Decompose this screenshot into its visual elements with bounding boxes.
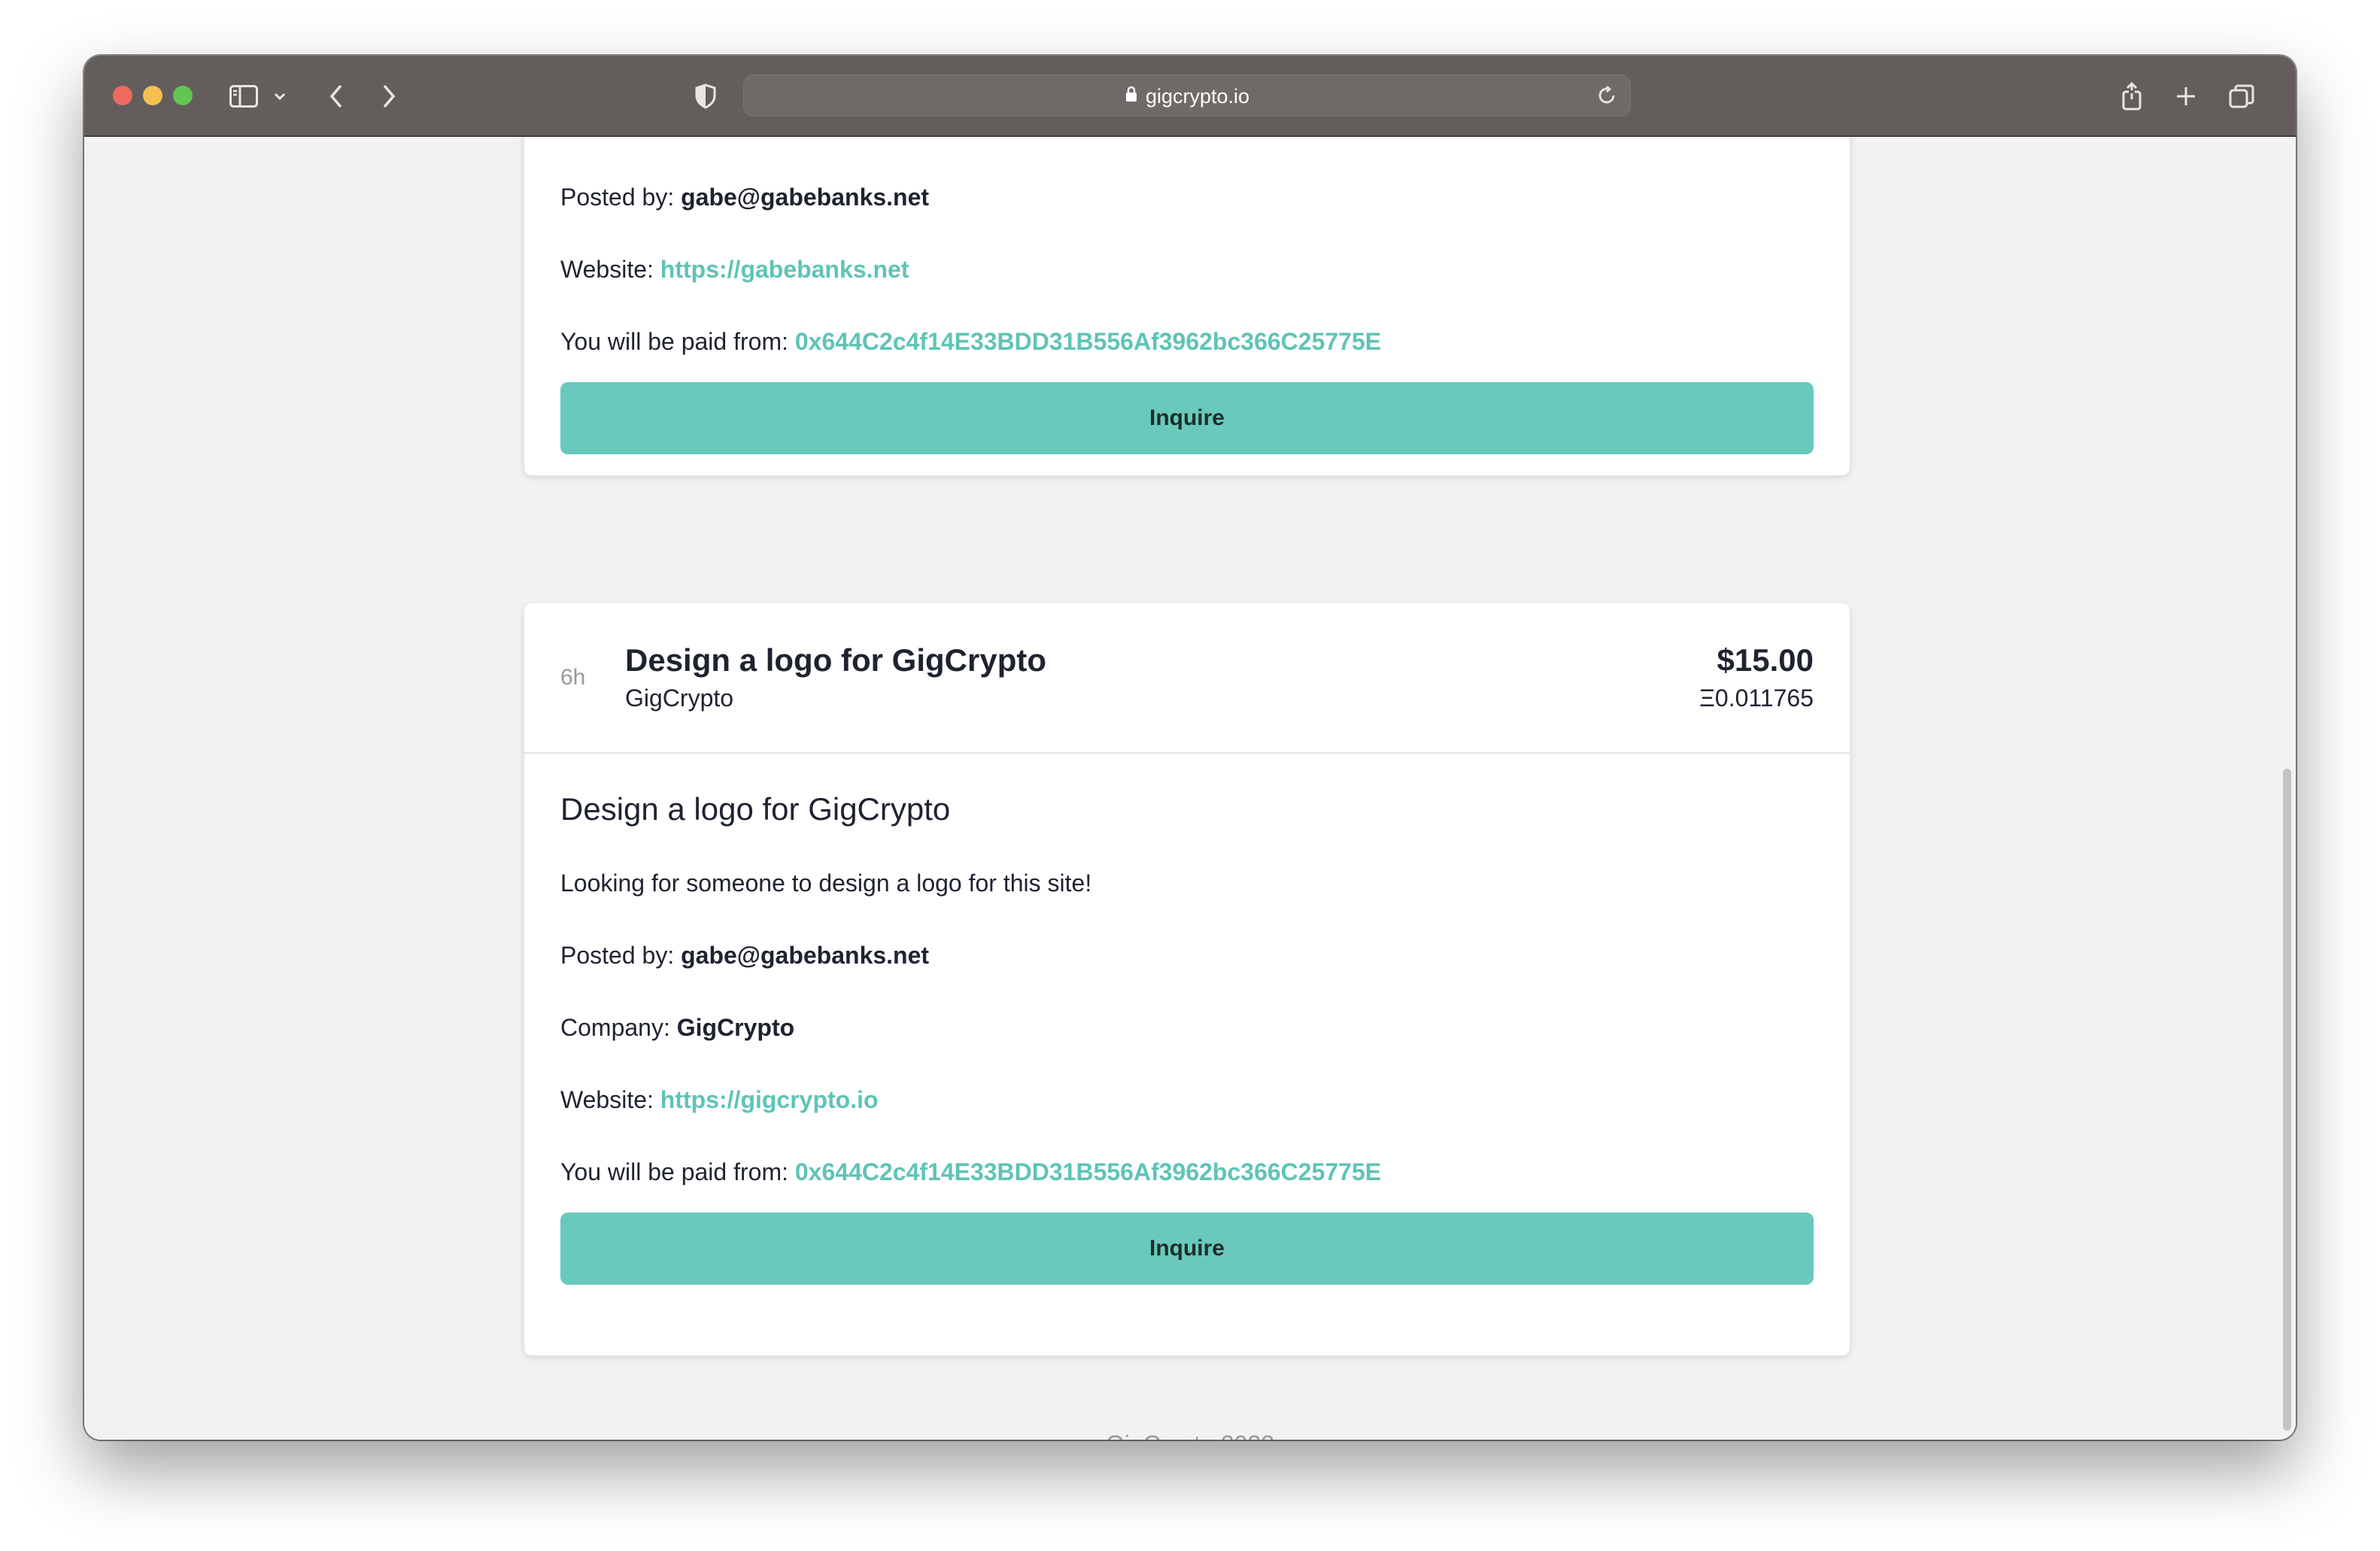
- chevron-down-icon[interactable]: [272, 78, 287, 114]
- sidebar-icon[interactable]: [227, 78, 260, 114]
- address-bar-content: gigcrypto.io: [744, 75, 1630, 117]
- page-viewport[interactable]: Posted by: gabe@gabebanks.net Website: h…: [84, 137, 2296, 1440]
- privacy-shield-icon[interactable]: [692, 78, 719, 114]
- back-icon[interactable]: [323, 78, 349, 114]
- gig-title: Design a logo for GigCrypto: [625, 642, 1047, 678]
- new-tab-icon[interactable]: [2172, 78, 2199, 114]
- gig-description: Looking for someone to design a logo for…: [560, 870, 1092, 897]
- website-label: Website:: [560, 256, 654, 283]
- paid-from-address-link[interactable]: 0x644C2c4f14E33BDD31B556Af3962bc366C2577…: [795, 328, 1381, 355]
- paid-from-row: You will be paid from: 0x644C2c4f14E33BD…: [560, 328, 1381, 356]
- posted-by-email: gabe@gabebanks.net: [681, 942, 930, 969]
- posted-by-row: Posted by: gabe@gabebanks.net: [560, 184, 929, 211]
- company-label: Company:: [560, 1014, 670, 1041]
- paid-from-label: You will be paid from:: [560, 328, 788, 355]
- posted-by-row: Posted by: gabe@gabebanks.net: [560, 942, 929, 970]
- address-bar[interactable]: gigcrypto.io: [743, 74, 1631, 117]
- website-row: Website: https://gigcrypto.io: [560, 1086, 879, 1114]
- reload-icon[interactable]: [1595, 84, 1618, 111]
- posted-by-label: Posted by:: [560, 942, 675, 969]
- forward-icon[interactable]: [376, 78, 402, 114]
- gig-detail-title: Design a logo for GigCrypto: [560, 791, 951, 827]
- website-row: Website: https://gabebanks.net: [560, 256, 909, 284]
- website-link[interactable]: https://gigcrypto.io: [660, 1086, 879, 1113]
- address-bar-url: gigcrypto.io: [1145, 84, 1250, 108]
- page-footer: GigCrypto 2022: [84, 1431, 2296, 1440]
- scrollbar[interactable]: [2276, 137, 2296, 1440]
- gig-card: 6h Design a logo for GigCrypto GigCrypto…: [524, 603, 1850, 1355]
- browser-toolbar: gigcrypto.io: [84, 56, 2296, 137]
- lock-icon: [1125, 85, 1138, 108]
- close-window-button[interactable]: [113, 86, 132, 105]
- inquire-button[interactable]: Inquire: [560, 382, 1814, 454]
- zoom-window-button[interactable]: [173, 86, 193, 105]
- share-icon[interactable]: [2118, 78, 2145, 114]
- company-value: GigCrypto: [676, 1014, 795, 1041]
- paid-from-row: You will be paid from: 0x644C2c4f14E33BD…: [560, 1158, 1381, 1186]
- gig-age: 6h: [560, 665, 586, 690]
- tab-overview-icon[interactable]: [2227, 78, 2257, 114]
- scrollbar-thumb[interactable]: [2283, 769, 2291, 1431]
- website-link[interactable]: https://gabebanks.net: [660, 256, 909, 283]
- browser-window: gigcrypto.io Posted by: gabe@gabebanks.n…: [84, 56, 2296, 1440]
- gig-card: Posted by: gabe@gabebanks.net Website: h…: [524, 137, 1850, 475]
- paid-from-label: You will be paid from:: [560, 1158, 788, 1185]
- gig-card-header[interactable]: 6h Design a logo for GigCrypto GigCrypto…: [524, 603, 1850, 754]
- minimize-window-button[interactable]: [143, 86, 162, 105]
- website-label: Website:: [560, 1086, 654, 1113]
- paid-from-address-link[interactable]: 0x644C2c4f14E33BDD31B556Af3962bc366C2577…: [795, 1158, 1381, 1185]
- posted-by-label: Posted by:: [560, 184, 675, 211]
- inquire-button[interactable]: Inquire: [560, 1213, 1814, 1285]
- gig-company: GigCrypto: [625, 684, 734, 712]
- posted-by-email: gabe@gabebanks.net: [681, 184, 930, 211]
- gig-price-eth: Ξ0.011765: [1699, 684, 1814, 712]
- company-row: Company: GigCrypto: [560, 1014, 794, 1042]
- gig-price-usd: $15.00: [1717, 642, 1814, 678]
